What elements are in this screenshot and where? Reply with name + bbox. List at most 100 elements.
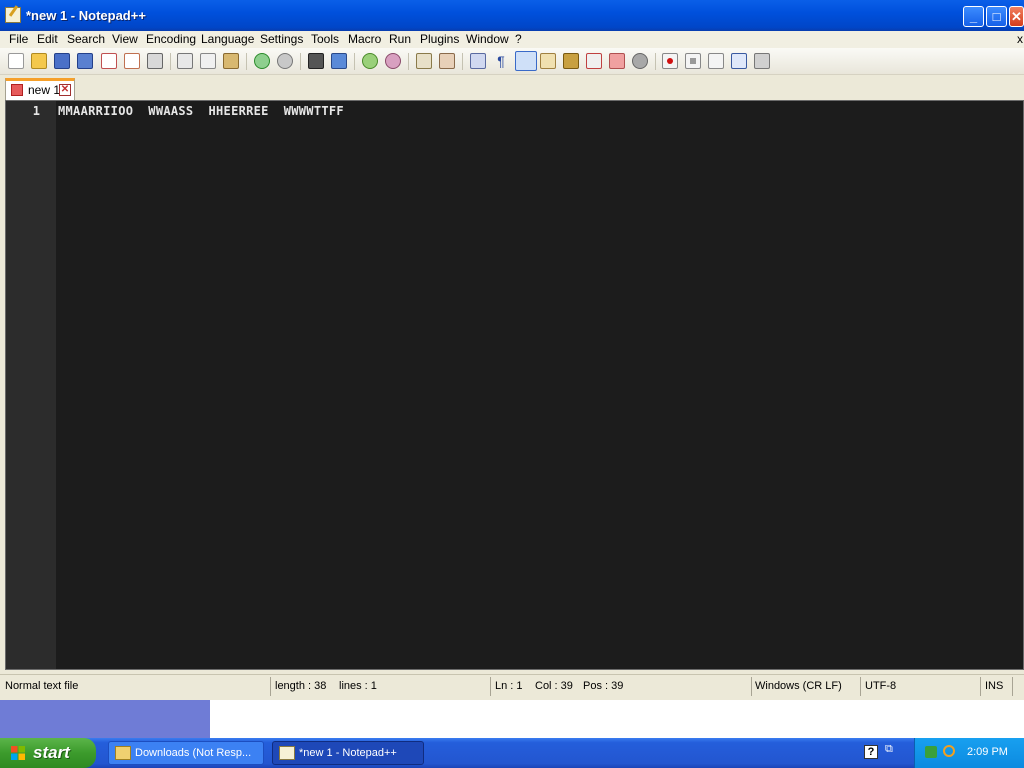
function-list-icon[interactable] bbox=[586, 53, 602, 69]
close-all-icon[interactable] bbox=[124, 53, 140, 69]
tab-new-1[interactable]: new 1 ✕ bbox=[5, 78, 75, 100]
taskbar-item-downloads[interactable]: Downloads (Not Resp... bbox=[108, 741, 264, 765]
menu-edit[interactable]: Edit bbox=[37, 32, 58, 46]
help-icon[interactable]: ? bbox=[864, 745, 878, 759]
save-macro-icon[interactable] bbox=[754, 53, 770, 69]
tab-bar: new 1 ✕ bbox=[0, 75, 1024, 100]
toolbar-separator bbox=[462, 53, 463, 70]
toolbar-separator bbox=[655, 53, 656, 70]
open-file-icon[interactable] bbox=[31, 53, 47, 69]
title-bar[interactable]: *new 1 - Notepad++ _ □ ✕ bbox=[0, 0, 1024, 32]
redo-icon[interactable] bbox=[277, 53, 293, 69]
undo-icon[interactable] bbox=[254, 53, 270, 69]
status-separator bbox=[860, 677, 861, 696]
status-line: Ln : 1 bbox=[495, 680, 523, 692]
toolbar-separator bbox=[246, 53, 247, 70]
status-separator bbox=[270, 677, 271, 696]
stop-macro-icon[interactable] bbox=[685, 53, 701, 69]
desktop-area bbox=[0, 700, 210, 738]
maximize-icon: □ bbox=[992, 9, 1001, 24]
paste-icon[interactable] bbox=[223, 53, 239, 69]
zoom-out-icon[interactable] bbox=[385, 53, 401, 69]
folder-workspace-icon[interactable] bbox=[609, 53, 625, 69]
menu-language[interactable]: Language bbox=[201, 32, 254, 46]
cut-icon[interactable] bbox=[177, 53, 193, 69]
status-bar: Normal text file length : 38 lines : 1 L… bbox=[0, 674, 1024, 699]
notepad-app-icon[interactable] bbox=[5, 7, 21, 23]
menu-tools[interactable]: Tools bbox=[311, 32, 339, 46]
menu-encoding[interactable]: Encoding bbox=[146, 32, 196, 46]
close-icon: ✕ bbox=[1011, 9, 1022, 24]
taskbar-item-notepad[interactable]: *new 1 - Notepad++ bbox=[272, 741, 424, 765]
menu-search[interactable]: Search bbox=[67, 32, 105, 46]
close-file-icon[interactable] bbox=[101, 53, 117, 69]
status-separator bbox=[490, 677, 491, 696]
sync-horizontal-icon[interactable] bbox=[439, 53, 455, 69]
save-icon[interactable] bbox=[54, 53, 70, 69]
line-number: 1 bbox=[32, 104, 40, 118]
editor-text-line[interactable]: MMAARRIIOO WWAASS HHEERREE WWWWTTFF bbox=[58, 104, 344, 118]
status-eol-format[interactable]: Windows (CR LF) bbox=[755, 680, 842, 692]
minimize-icon: _ bbox=[969, 9, 978, 24]
start-button[interactable]: start bbox=[0, 738, 96, 768]
save-all-icon[interactable] bbox=[77, 53, 93, 69]
status-separator bbox=[1012, 677, 1013, 696]
toolbar-separator bbox=[354, 53, 355, 70]
menu-help[interactable]: ? bbox=[515, 32, 522, 46]
run-macro-multiple-icon[interactable] bbox=[731, 53, 747, 69]
replace-icon[interactable] bbox=[331, 53, 347, 69]
doc-map-icon[interactable] bbox=[563, 53, 579, 69]
document-close-button[interactable]: x bbox=[1017, 32, 1023, 46]
status-length: length : 38 bbox=[275, 680, 327, 692]
status-insert-mode[interactable]: INS bbox=[985, 680, 1003, 692]
status-position: Pos : 39 bbox=[583, 680, 624, 692]
restore-window-icon[interactable]: ⧉ bbox=[885, 743, 899, 761]
status-column: Col : 39 bbox=[535, 680, 573, 692]
close-button[interactable]: ✕ bbox=[1009, 6, 1024, 27]
system-tray: 2:09 PM bbox=[914, 738, 1024, 768]
toolbar: ¶ bbox=[0, 48, 1024, 75]
sync-vertical-icon[interactable] bbox=[416, 53, 432, 69]
status-separator bbox=[980, 677, 981, 696]
search-icon[interactable] bbox=[943, 745, 955, 757]
status-encoding[interactable]: UTF-8 bbox=[865, 680, 896, 692]
print-icon[interactable] bbox=[147, 53, 163, 69]
start-label: start bbox=[33, 743, 70, 762]
play-macro-icon[interactable] bbox=[708, 53, 724, 69]
toolbar-separator bbox=[408, 53, 409, 70]
zoom-in-icon[interactable] bbox=[362, 53, 378, 69]
window-title: *new 1 - Notepad++ bbox=[26, 8, 146, 23]
find-icon[interactable] bbox=[308, 53, 324, 69]
status-lines: lines : 1 bbox=[339, 680, 377, 692]
tab-close-icon[interactable]: ✕ bbox=[59, 84, 71, 96]
menu-window[interactable]: Window bbox=[466, 32, 509, 46]
monitor-icon[interactable] bbox=[632, 53, 648, 69]
network-icon[interactable] bbox=[925, 746, 937, 758]
text-editor[interactable]: 1 MMAARRIIOO WWAASS HHEERREE WWWWTTFF bbox=[5, 100, 1024, 670]
desktop-area-white bbox=[210, 700, 1024, 738]
maximize-button[interactable]: □ bbox=[986, 6, 1007, 27]
tab-label: new 1 bbox=[28, 83, 61, 97]
taskbar: start Downloads (Not Resp... *new 1 - No… bbox=[0, 738, 1024, 768]
record-macro-icon[interactable] bbox=[662, 53, 678, 69]
indent-guide-icon[interactable] bbox=[515, 51, 537, 71]
menu-macro[interactable]: Macro bbox=[348, 32, 381, 46]
toolbar-separator bbox=[300, 53, 301, 70]
windows-flag-icon bbox=[11, 746, 25, 760]
word-wrap-icon[interactable] bbox=[470, 53, 486, 69]
clock[interactable]: 2:09 PM bbox=[967, 746, 1008, 758]
user-language-icon[interactable] bbox=[540, 53, 556, 69]
menu-file[interactable]: File bbox=[9, 32, 28, 46]
status-filetype: Normal text file bbox=[5, 680, 79, 692]
show-all-chars-icon[interactable]: ¶ bbox=[493, 53, 509, 69]
menu-run[interactable]: Run bbox=[389, 32, 411, 46]
menu-settings[interactable]: Settings bbox=[260, 32, 303, 46]
menu-plugins[interactable]: Plugins bbox=[420, 32, 459, 46]
minimize-button[interactable]: _ bbox=[963, 6, 984, 27]
taskbar-item-label: Downloads (Not Resp... bbox=[135, 747, 252, 759]
folder-icon bbox=[115, 746, 131, 760]
toolbar-separator bbox=[170, 53, 171, 70]
new-file-icon[interactable] bbox=[8, 53, 24, 69]
menu-view[interactable]: View bbox=[112, 32, 138, 46]
copy-icon[interactable] bbox=[200, 53, 216, 69]
